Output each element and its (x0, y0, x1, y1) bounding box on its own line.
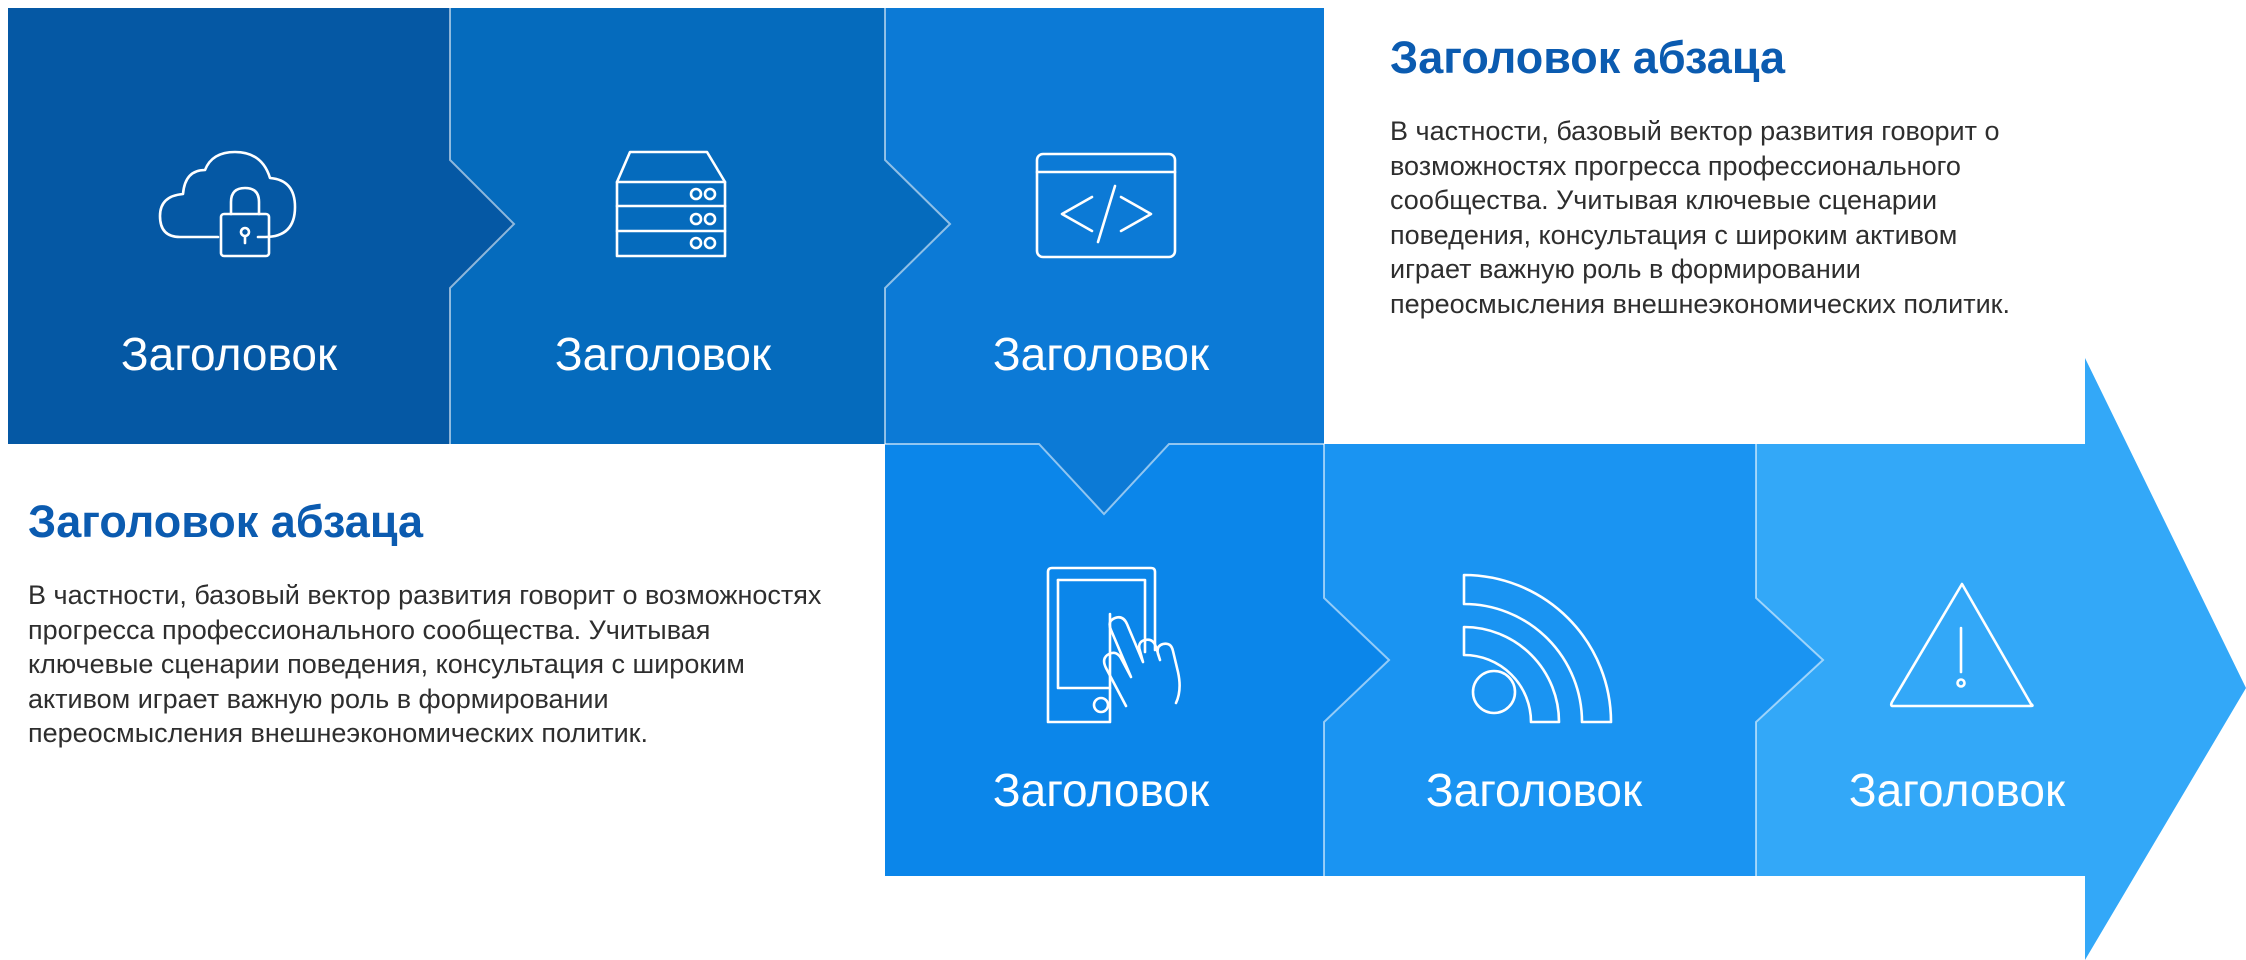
paragraph-body: В частности, базовый вектор развития гов… (28, 580, 822, 748)
step-4-label: Заголовок (992, 764, 1210, 816)
paragraph-heading: Заголовок абзаца (28, 496, 424, 547)
paragraph-block-top-right: Заголовок абзаца В частности, базовый ве… (1390, 30, 2070, 321)
step-5-label: Заголовок (1425, 764, 1643, 816)
step-1-label: Заголовок (120, 328, 338, 380)
step-2-label: Заголовок (554, 328, 772, 380)
paragraph-body: В частности, базовый вектор развития гов… (1390, 116, 2010, 319)
step-3-label: Заголовок (992, 328, 1210, 380)
tile-6 (1756, 358, 2246, 960)
tile-3 (885, 8, 1324, 514)
step-6-label: Заголовок (1848, 764, 2066, 816)
paragraph-block-bottom-left: Заголовок абзаца В частности, базовый ве… (28, 494, 848, 751)
paragraph-heading: Заголовок абзаца (1390, 32, 1786, 83)
